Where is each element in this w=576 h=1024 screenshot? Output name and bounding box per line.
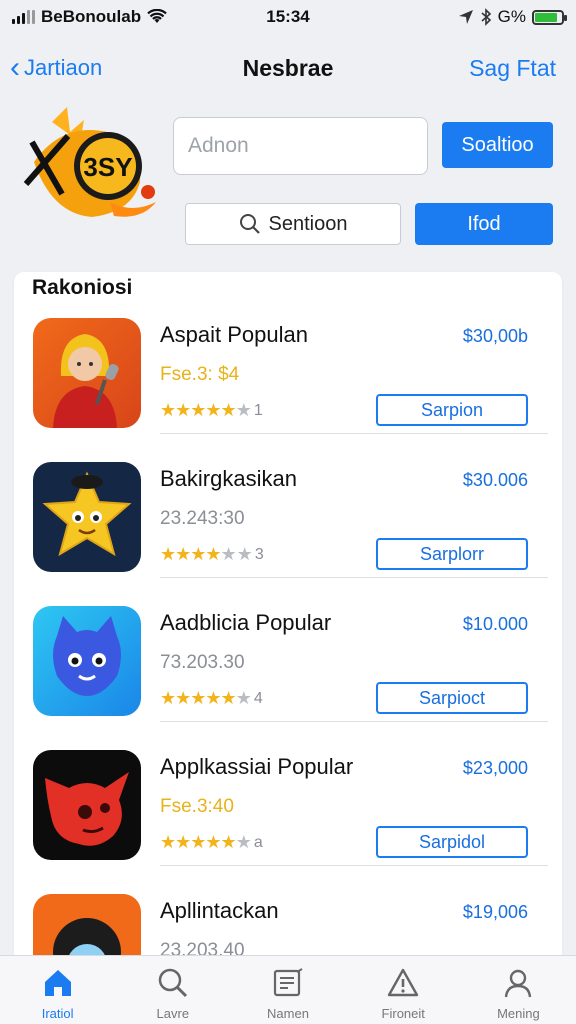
wifi-icon [147, 9, 167, 23]
app-price: $19,006 [462, 902, 528, 922]
rating-count: a [253, 833, 263, 851]
bluetooth-icon [481, 8, 491, 26]
app-price: $30.006 [462, 470, 528, 490]
app-logo: 3SY [23, 107, 156, 217]
star-icon: ★★★★★ [160, 400, 237, 420]
battery-icon [532, 9, 567, 25]
tab-home[interactable]: Iratiol [0, 956, 115, 1024]
star-icon: ★★★★ [160, 544, 222, 564]
app-price: $10.000 [462, 614, 528, 634]
app-name: Bakirgkasikan [160, 466, 297, 491]
app-icon-singer [33, 318, 141, 428]
app-meta: Fse.3:40 [160, 796, 234, 817]
star-icon: ★ [235, 832, 252, 852]
tab-label: Lavre [156, 1006, 190, 1021]
app-name: Applkassiai Popular [160, 754, 354, 779]
app-action-button[interactable]: Sarpion [376, 394, 528, 426]
warning-icon [388, 968, 419, 997]
section-search-button[interactable]: Sentioon [185, 203, 401, 245]
list-item[interactable]: Bakirgkasikan $30.006 23.243:30 ★★★★ ★★ 3 … [14, 434, 562, 578]
tab-label: Namen [267, 1006, 309, 1021]
search-input[interactable] [173, 117, 428, 175]
tab-label: Iratiol [41, 1006, 74, 1021]
tab-profile[interactable]: Mening [461, 956, 576, 1024]
app-name: Aspait Populan [160, 322, 308, 347]
battery-percent: G% [497, 7, 526, 26]
star-rating: ★★★★★ ★ 1 [160, 400, 263, 421]
search-button[interactable]: Soaltioo [442, 122, 553, 168]
list-item[interactable]: Aadblicia Popular $10.000 73.203.30 ★★★★… [14, 578, 562, 722]
app-icon-red-devil [33, 750, 141, 860]
star-icon: ★ [235, 400, 252, 420]
find-button[interactable]: Ifod [415, 203, 553, 245]
tab-label: Fironeit [381, 1006, 425, 1021]
navigation-bar: ‹ Jartiaon Nesbrae Sag Ftat [0, 44, 576, 92]
search-icon [158, 968, 187, 998]
rating-count: 4 [253, 689, 263, 707]
app-icon-blue-cat [33, 606, 141, 716]
app-list-card: Rakoniosi Aspait Populan $30,00b Fse.3: … [14, 272, 562, 972]
app-action-button[interactable]: Sarplorr [376, 538, 528, 570]
rating-count: 1 [253, 401, 263, 419]
app-action-button[interactable]: Sarpidol [376, 826, 528, 858]
status-bar: BeBonoulab 15:34 G% [0, 0, 576, 34]
list-item[interactable]: Applkassiai Popular $23,000 Fse.3:40 ★★★… [14, 722, 562, 866]
nav-action-button[interactable]: Sag Ftat [469, 55, 556, 82]
tab-label: Mening [497, 1006, 540, 1021]
cellular-signal-icon [12, 10, 35, 24]
app-action-button[interactable]: Sarpioct [376, 682, 528, 714]
app-icon-star [33, 462, 141, 572]
location-arrow-icon [458, 10, 473, 24]
tab-news[interactable]: Namen [230, 956, 345, 1024]
app-name: Aadblicia Popular [160, 610, 332, 635]
app-meta: 73.203.30 [160, 652, 245, 673]
carrier-label: BeBonoulab [41, 7, 142, 26]
search-icon [239, 214, 260, 234]
back-button[interactable]: ‹ Jartiaon [10, 53, 102, 83]
star-icon: ★★★★★ [160, 688, 237, 708]
star-rating: ★★★★★ ★ a [160, 832, 263, 853]
person-icon [505, 969, 532, 998]
list-item[interactable]: Aspait Populan $30,00b Fse.3: $4 ★★★★★ ★ 1… [14, 290, 562, 434]
app-name: Apllintackan [160, 898, 279, 923]
section-button-label: Sentioon [268, 212, 348, 235]
star-icon: ★ [235, 688, 252, 708]
star-icon: ★★★★★ [160, 832, 237, 852]
home-icon [44, 970, 71, 996]
chevron-left-icon: ‹ [10, 51, 20, 84]
star-icon: ★★ [220, 544, 253, 564]
news-icon [273, 968, 303, 997]
logo-text: 3SY [83, 152, 132, 182]
star-rating: ★★★★★ ★ 4 [160, 688, 263, 709]
tab-search[interactable]: Lavre [115, 956, 230, 1024]
star-rating: ★★★★ ★★ 3 [160, 544, 264, 565]
app-meta: Fse.3: $4 [160, 364, 240, 385]
rating-count: 3 [254, 545, 264, 563]
app-meta: 23.243:30 [160, 508, 245, 529]
app-price: $30,00b [462, 326, 528, 346]
back-button-label: Jartiaon [24, 55, 103, 80]
tab-bar: Iratiol Lavre Namen Fironeit Mening [0, 955, 576, 1024]
app-price: $23,000 [462, 758, 528, 778]
tab-alerts[interactable]: Fironeit [346, 956, 461, 1024]
